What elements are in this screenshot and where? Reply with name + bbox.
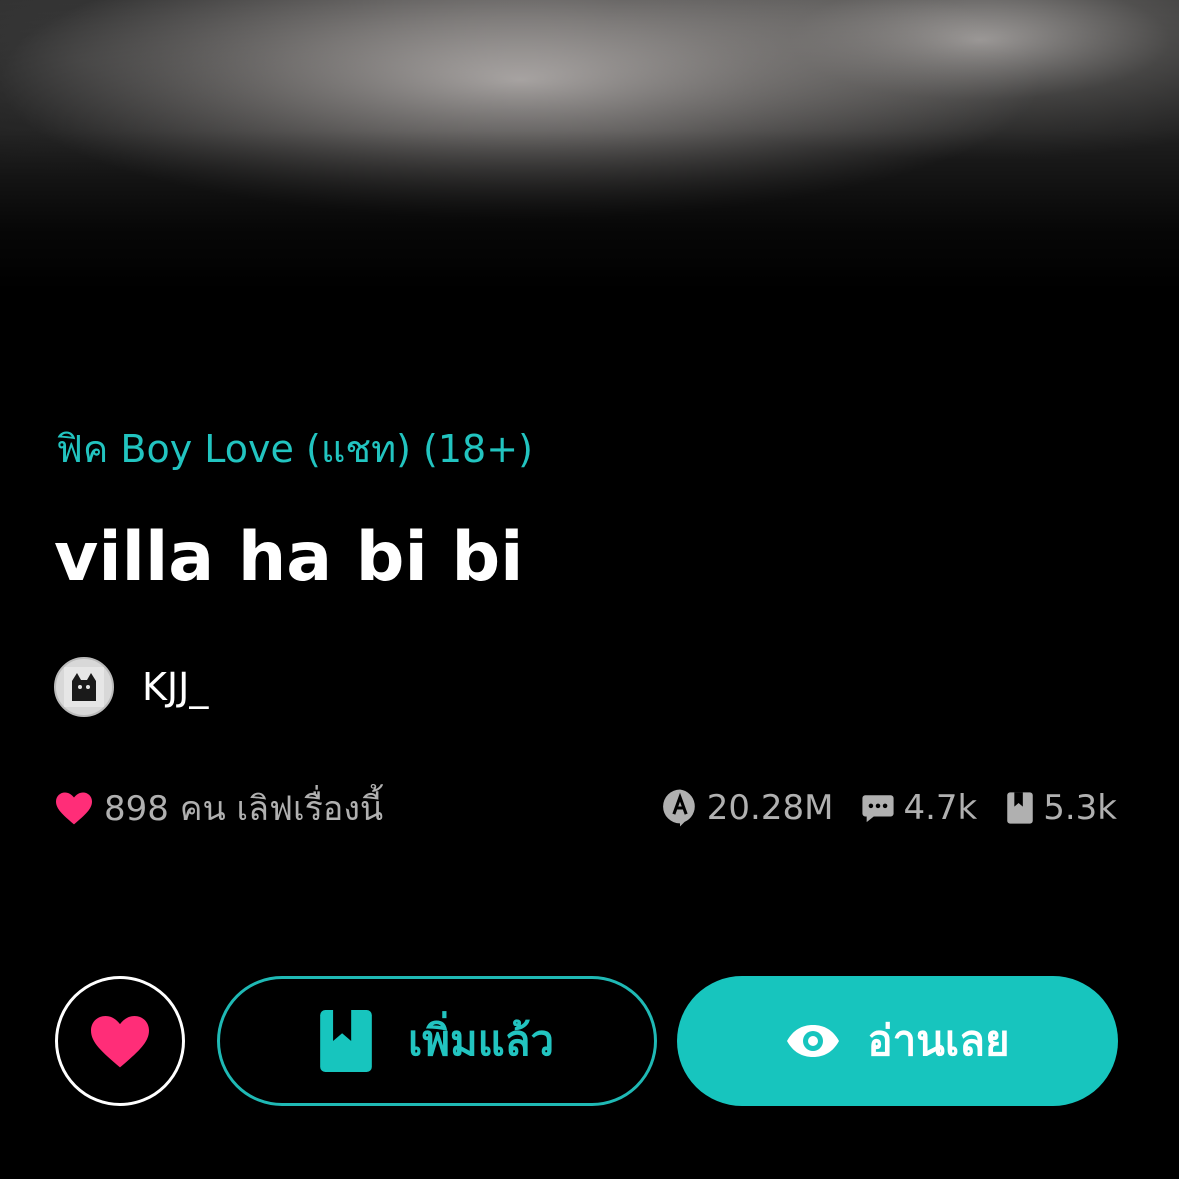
love-count: 898 คน เลิฟเรื่องนี้: [54, 781, 383, 835]
heart-icon: [56, 792, 92, 825]
cat-avatar-icon: [64, 667, 104, 707]
book-icon: [320, 1010, 372, 1072]
story-title: villa ha bi bi: [54, 518, 524, 597]
love-button[interactable]: [55, 976, 185, 1106]
views-icon: [662, 789, 695, 827]
bookmarks-count: 5.3k: [1043, 788, 1117, 828]
cover-image: [0, 0, 1179, 290]
cover-fade: [0, 0, 1179, 290]
stats-row: 898 คน เลิฟเรื่องนี้ 20.28M 4.7k 5.3k: [54, 786, 1117, 830]
views-count: 20.28M: [706, 788, 834, 828]
author-name[interactable]: KJJ_: [142, 665, 208, 709]
views-stat: 20.28M: [661, 788, 834, 828]
added-label: เพิ่มแล้ว: [407, 1016, 555, 1065]
read-now-button[interactable]: อ่านเลย: [677, 976, 1118, 1106]
comments-count: 4.7k: [903, 788, 978, 828]
comments-stat: 4.7k: [861, 788, 977, 828]
love-count-text: 898 คน เลิฟเรื่องนี้: [104, 789, 384, 829]
author-avatar[interactable]: [54, 657, 114, 717]
heart-icon: [91, 1015, 149, 1068]
eye-icon: [787, 1025, 840, 1057]
bookmarks-stat: 5.3k: [1005, 788, 1117, 828]
author-row[interactable]: KJJ_: [54, 655, 208, 719]
comment-icon: [862, 795, 895, 823]
added-to-library-button[interactable]: เพิ่มแล้ว: [217, 976, 657, 1106]
bookmark-icon: [1007, 792, 1033, 824]
read-label: อ่านเลย: [867, 1016, 1010, 1065]
story-category[interactable]: ฟิค Boy Love (แชท) (18+): [56, 418, 533, 479]
